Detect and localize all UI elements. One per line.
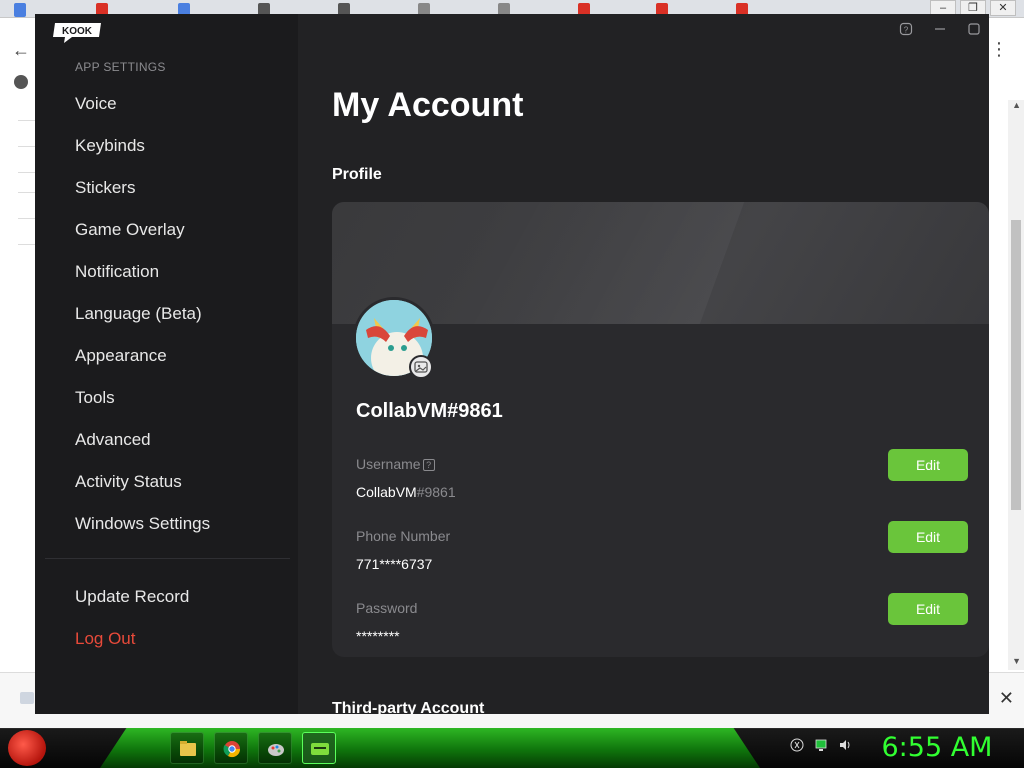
sidebar-item-advanced[interactable]: Advanced [75,430,151,450]
username-tag: #9861 [416,484,456,500]
phone-label: Phone Number [356,528,451,544]
question-icon[interactable]: ? [422,459,435,471]
page-divider [18,146,36,147]
username-value: CollabVM [356,484,417,500]
browser-scrollbar-thumb[interactable] [1011,220,1021,510]
file-icon[interactable] [20,692,34,704]
kook-logo-text: KOOK [62,26,93,37]
settings-sidebar: KOOK APP SETTINGS Voice Keybinds Sticker… [35,14,298,714]
password-label: Password [356,600,418,616]
edit-phone-button[interactable]: Edit [888,521,968,553]
page-divider [18,218,36,219]
page-divider [18,244,36,245]
start-button-icon[interactable] [8,730,46,766]
window-title-actions: ? [899,22,981,36]
sidebar-divider [45,558,290,559]
profile-card: CollabVM#9861 Username? CollabVM#9861 Ed… [332,202,989,657]
system-tray [790,738,852,752]
chrome-icon[interactable] [214,732,248,764]
language-bar-icon[interactable] [790,738,804,752]
profile-banner[interactable] [332,202,989,324]
sidebar-item-stickers[interactable]: Stickers [75,178,135,198]
sidebar-item-language[interactable]: Language (Beta) [75,304,202,324]
page-divider [18,120,36,121]
help-icon[interactable]: ? [899,22,913,36]
page-divider [18,172,36,173]
sidebar-item-appearance[interactable]: Appearance [75,346,167,366]
username-value-row: CollabVM#9861 [356,484,456,500]
kook-taskbar-icon[interactable] [302,732,336,764]
page-title: My Account [332,86,524,124]
sidebar-item-notification[interactable]: Notification [75,262,159,282]
minimize-icon[interactable] [933,22,947,36]
page-divider [18,192,36,193]
sidebar-item-voice[interactable]: Voice [75,94,117,114]
third-party-heading: Third-party Account [332,700,485,714]
taskbar-clock[interactable]: 6:55 AM [872,732,1002,763]
site-globe-icon[interactable] [14,75,28,89]
sidebar-section-label: APP SETTINGS [75,60,166,74]
edit-password-button[interactable]: Edit [888,593,968,625]
log-out-button[interactable]: Log Out [75,629,136,649]
sidebar-item-keybinds[interactable]: Keybinds [75,136,145,156]
username-label: Username [356,456,421,472]
sidebar-item-update-record[interactable]: Update Record [75,587,189,607]
scroll-up-icon[interactable]: ▲ [1012,100,1021,110]
phone-value: 771****6737 [356,556,433,572]
close-icon[interactable]: ✕ [990,0,1016,16]
display-name: CollabVM#9861 [356,400,503,422]
kook-logo: KOOK [53,23,101,43]
kook-settings-window: KOOK APP SETTINGS Voice Keybinds Sticker… [35,14,989,714]
volume-icon[interactable] [838,738,852,752]
maximize-icon[interactable] [967,22,981,36]
banner-decoration [439,202,745,324]
scroll-down-icon[interactable]: ▼ [1012,656,1021,666]
sidebar-item-tools[interactable]: Tools [75,388,115,408]
network-icon[interactable] [814,738,828,752]
username-label-row: Username? [356,456,435,472]
back-arrow-icon[interactable]: ← [12,40,30,61]
browser-menu-icon[interactable]: ⋮ [990,40,1008,58]
change-avatar-icon[interactable] [409,355,433,379]
sidebar-item-game-overlay[interactable]: Game Overlay [75,220,185,240]
file-explorer-icon[interactable] [170,732,204,764]
browser-tab-icon[interactable] [14,3,26,17]
download-bar-close-icon[interactable]: ✕ [999,688,1014,709]
paint-icon[interactable] [258,732,292,764]
password-value: ******** [356,628,400,644]
svg-text:?: ? [904,26,909,35]
sidebar-item-windows-settings[interactable]: Windows Settings [75,514,210,534]
edit-username-button[interactable]: Edit [888,449,968,481]
profile-heading: Profile [332,166,382,183]
sidebar-item-activity-status[interactable]: Activity Status [75,472,182,492]
